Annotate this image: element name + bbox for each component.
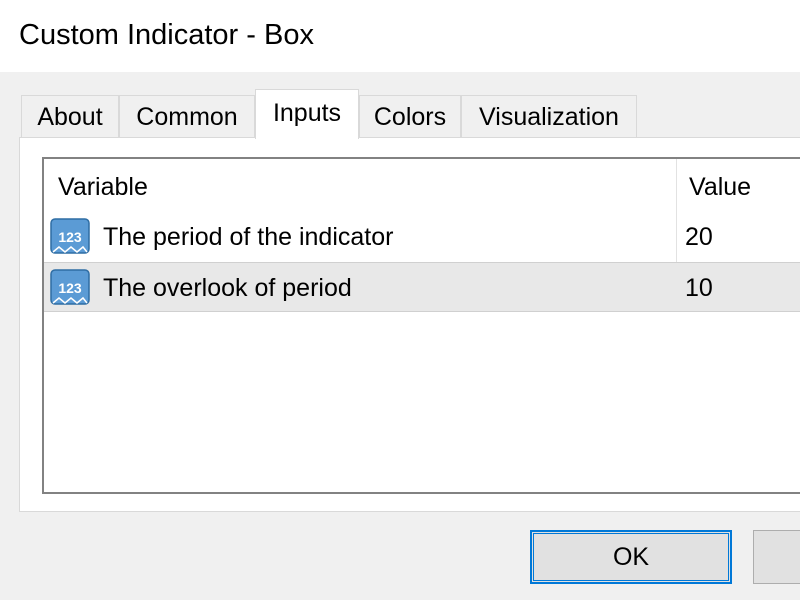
column-header-value[interactable]: Value [689, 159, 751, 211]
ok-button[interactable]: OK [530, 530, 732, 584]
table-row[interactable]: 123 The period of the indicator 20 [44, 212, 800, 262]
window-title: Custom Indicator - Box [19, 19, 314, 51]
tab-visualization[interactable]: Visualization [461, 95, 637, 137]
variable-name: The period of the indicator [103, 223, 394, 251]
cancel-button[interactable] [753, 530, 800, 584]
variable-name: The overlook of period [103, 274, 352, 302]
inputs-list[interactable]: Variable Value 123 The period of the ind… [42, 157, 800, 494]
column-header-variable[interactable]: Variable [58, 159, 148, 211]
variable-value[interactable]: 10 [685, 263, 713, 313]
variable-value[interactable]: 20 [685, 212, 713, 262]
table-row[interactable]: 123 The overlook of period 10 [44, 262, 800, 312]
tab-common[interactable]: Common [119, 95, 255, 137]
tab-colors[interactable]: Colors [359, 95, 461, 137]
numeric-123-icon: 123 [50, 269, 90, 305]
numeric-123-icon: 123 [50, 218, 90, 254]
tab-about[interactable]: About [21, 95, 119, 137]
title-bar: Custom Indicator - Box [0, 0, 800, 72]
svg-text:123: 123 [58, 229, 82, 245]
svg-text:123: 123 [58, 280, 82, 296]
tab-inputs[interactable]: Inputs [255, 89, 359, 139]
ok-button-label: OK [612, 543, 650, 571]
